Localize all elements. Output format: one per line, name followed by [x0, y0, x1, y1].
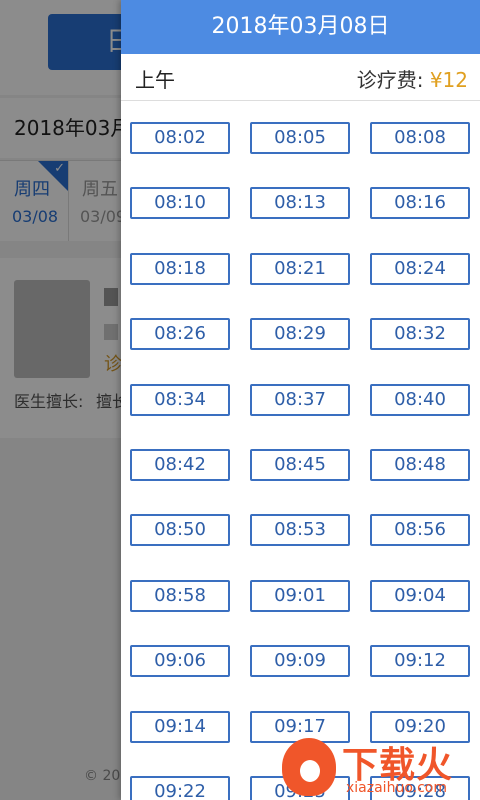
site-watermark: 下载火 xiazaihuo.com [280, 736, 480, 800]
time-slot-button[interactable]: 08:16 [370, 187, 470, 220]
time-slot-button[interactable]: 08:45 [250, 449, 350, 481]
time-slot-button[interactable]: 08:42 [130, 449, 230, 481]
time-slot-button[interactable]: 09:06 [130, 645, 230, 678]
time-slot-button[interactable]: 08:18 [130, 252, 230, 285]
time-slot-button[interactable]: 08:50 [130, 514, 230, 547]
time-slot-button[interactable]: 08:02 [130, 122, 230, 154]
time-slot-button[interactable]: 08:10 [130, 187, 230, 220]
session-row: 上午 诊疗费: ¥12 [121, 54, 480, 101]
fee-display: 诊疗费: ¥12 [357, 64, 468, 93]
time-slot-button[interactable]: 08:37 [250, 383, 350, 416]
time-slot-button[interactable]: 08:34 [130, 383, 230, 416]
fee-label: 诊疗费: [356, 68, 424, 92]
time-slot-grid: 08:02 08:05 08:08 08:10 08:13 08:16 08:18 08:21… [121, 100, 480, 800]
flame-logo-icon [282, 738, 336, 796]
time-slot-button[interactable]: 08:40 [370, 383, 470, 416]
time-slot-button[interactable]: 08:21 [250, 252, 350, 285]
session-label: 上午 [135, 68, 175, 92]
time-slot-button[interactable]: 08:05 [250, 122, 350, 154]
time-slot-button[interactable]: 08:58 [130, 579, 230, 612]
time-slot-button[interactable]: 08:56 [370, 514, 470, 547]
fee-value: ¥12 [429, 68, 468, 92]
time-slot-button[interactable]: 09:09 [250, 645, 350, 678]
time-slot-button[interactable]: 08:26 [130, 318, 230, 351]
time-slot-button[interactable]: 09:22 [130, 776, 230, 800]
time-slot-button[interactable]: 08:29 [250, 318, 350, 351]
time-slot-button[interactable]: 09:12 [370, 645, 470, 678]
watermark-url: xiazaihuo.com [346, 780, 447, 796]
time-slot-button[interactable]: 08:08 [370, 122, 470, 154]
time-slot-button[interactable]: 08:53 [250, 514, 350, 547]
time-slot-panel: 2018年03月08日 上午 诊疗费: ¥12 08:02 08:05 08:08 0… [121, 0, 480, 800]
time-slot-button[interactable]: 08:32 [370, 318, 470, 351]
time-slot-button[interactable]: 08:24 [370, 252, 470, 285]
panel-date-title: 2018年03月08日 [121, 0, 480, 54]
time-slot-button[interactable]: 09:01 [250, 579, 350, 612]
time-slot-button[interactable]: 09:04 [370, 579, 470, 612]
time-slot-button[interactable]: 08:13 [250, 187, 350, 220]
time-slot-button[interactable]: 09:14 [130, 710, 230, 743]
time-slot-button[interactable]: 08:48 [370, 449, 470, 481]
